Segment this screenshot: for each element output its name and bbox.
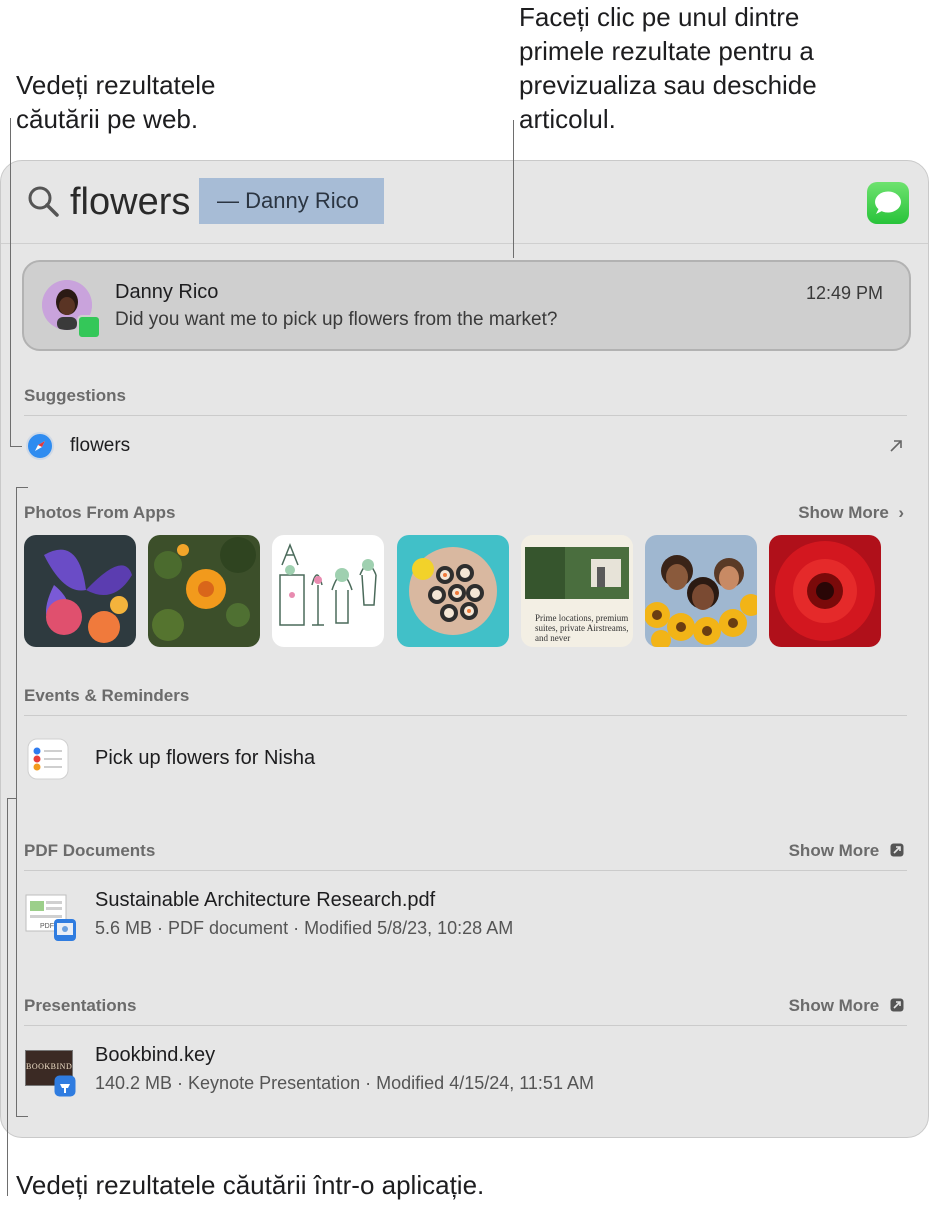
message-preview: Did you want me to pick up flowers from …: [115, 309, 558, 330]
search-bar[interactable]: flowers — Danny Rico: [1, 161, 928, 244]
section-title-events: Events & Reminders: [24, 686, 190, 705]
photo-thumbnail-sushi[interactable]: [397, 535, 509, 647]
section-title-suggestions: Suggestions: [24, 386, 127, 405]
sunflower-friends-image: [645, 535, 757, 647]
top-hit-message[interactable]: Danny Rico Did you want me to pick up fl…: [22, 260, 911, 351]
show-more-label: Show More: [788, 841, 880, 860]
safari-icon: [26, 432, 54, 460]
arrow-up-right-icon: [890, 440, 902, 452]
photo-thumbnail-plant-sketch[interactable]: [272, 535, 384, 647]
callout-line-bracket-top: [16, 487, 28, 488]
reminder-title: Pick up flowers for Nisha: [95, 747, 316, 769]
section-title-pdf: PDF Documents: [24, 841, 156, 860]
callout-top-results: Faceți clic pe unul dintre primele rezul…: [519, 2, 817, 134]
callout-web-results: Vedeți rezultatele căutării pe web.: [16, 70, 216, 134]
speech-bubble-icon: [875, 191, 901, 214]
divider: [24, 415, 907, 416]
divider: [24, 715, 907, 716]
pdf-item[interactable]: PDF Sustainable Architecture Research.pd…: [1, 883, 928, 945]
pdf-title: Sustainable Architecture Research.pdf: [95, 889, 436, 911]
photo-thumbnail-article[interactable]: Prime locations, premium suites, private…: [521, 535, 633, 647]
search-icon: [28, 186, 59, 217]
show-more-label: Show More: [788, 996, 880, 1015]
callout-line-bracket-bottom: [16, 1116, 28, 1117]
marigold-image: [148, 535, 260, 647]
svg-text:PDF: PDF: [40, 923, 54, 930]
divider: [24, 1025, 907, 1026]
messages-badge-icon: [77, 315, 101, 339]
presentation-item[interactable]: BOOKBIND Bookbind.key 140.2 MB · Keynote…: [1, 1038, 928, 1100]
callout-line-web: [10, 118, 11, 446]
presentation-subtitle: 140.2 MB · Keynote Presentation · Modifi…: [95, 1073, 594, 1093]
keynote-icon: [54, 1075, 76, 1097]
section-title-photos: Photos From Apps: [24, 503, 176, 522]
callout-in-app-results: Vedeți rezultatele căutării într-o aplic…: [16, 1170, 485, 1200]
suggestion-label: flowers: [70, 435, 131, 456]
photo-thumbnail-sunflowers[interactable]: [645, 535, 757, 647]
messages-icon[interactable]: [867, 182, 909, 224]
reminder-item[interactable]: Pick up flowers for Nisha: [1, 731, 928, 787]
sushi-plate-image: [397, 535, 509, 647]
show-more-pdf-button[interactable]: Show More: [789, 841, 904, 861]
reminders-icon: [27, 738, 69, 780]
spotlight-panel: flowers — Danny Rico Danny Rico Did you …: [0, 160, 929, 1138]
callout-line-top: [513, 120, 514, 258]
search-completion[interactable]: — Danny Rico: [199, 178, 384, 224]
open-in-app-icon: [890, 843, 904, 857]
open-in-app-icon: [890, 998, 904, 1012]
article-caption: Prime locations, premium suites, private…: [535, 613, 629, 643]
show-more-photos-button[interactable]: Show More ›: [798, 503, 904, 523]
keynote-thumb-text: BOOKBIND: [26, 1062, 73, 1071]
pdf-subtitle: 5.6 MB · PDF document · Modified 5/8/23,…: [95, 918, 514, 938]
presentation-title: Bookbind.key: [95, 1044, 216, 1066]
photo-thumbnail-gerbera[interactable]: [769, 535, 881, 647]
message-time: 12:49 PM: [805, 283, 883, 303]
show-more-label: Show More: [798, 503, 889, 522]
sender-name: Danny Rico: [115, 281, 219, 303]
callout-line-inapp: [7, 798, 8, 1196]
photo-thumbnail-iris[interactable]: [24, 535, 136, 647]
plant-sketch-image: [272, 535, 384, 647]
callout-line-bracket: [16, 487, 17, 1117]
suggestion-item[interactable]: flowers: [1, 423, 928, 469]
search-input[interactable]: flowers: [70, 179, 190, 225]
divider: [24, 870, 907, 871]
red-gerbera-image: [769, 535, 881, 647]
photo-thumbnail-marigold[interactable]: [148, 535, 260, 647]
article-image: [521, 535, 633, 605]
callout-line-inapp-tick: [7, 798, 17, 799]
section-title-presentations: Presentations: [24, 996, 137, 1015]
iris-flowers-image: [24, 535, 136, 647]
callout-line-web-tick: [10, 446, 22, 447]
show-more-presentations-button[interactable]: Show More: [789, 996, 904, 1016]
pdf-preview-icon: PDF: [25, 894, 76, 941]
chevron-right-icon: ›: [893, 503, 904, 522]
